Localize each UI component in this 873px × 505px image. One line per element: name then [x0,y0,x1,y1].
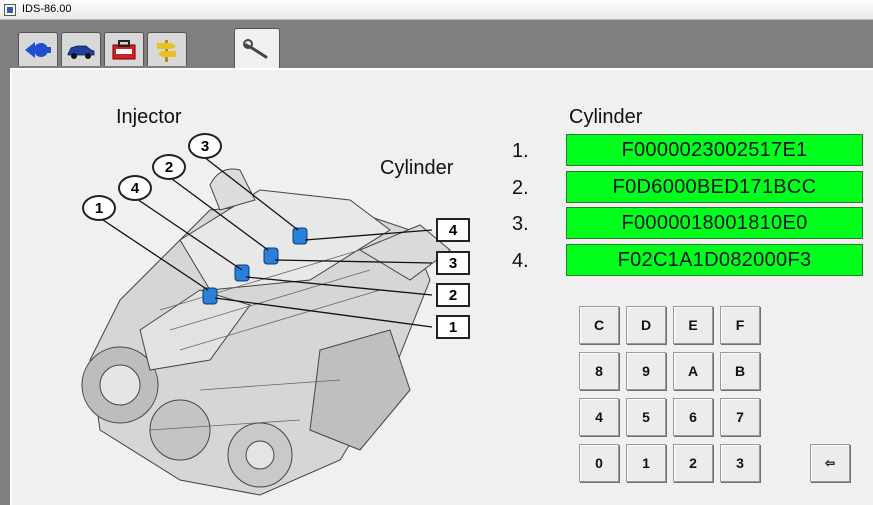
toolbox-icon [112,39,136,59]
key-1[interactable]: 1 [626,444,666,482]
wrench-icon [243,38,268,58]
key-9[interactable]: 9 [626,352,666,390]
injector-code-field[interactable]: F0D6000BED171BCC [566,171,863,203]
row-number: 3. [512,213,529,235]
back-arrow-icon [25,41,51,58]
tab-toolbox[interactable] [104,32,144,66]
key-0[interactable]: 0 [579,444,619,482]
row-number: 2. [512,177,529,199]
signpost-icon [157,39,176,62]
cylinder-box: 2 [436,283,470,307]
title-bar: IDS-86.00 [0,0,873,20]
injector-code-field[interactable]: F02C1A1D082000F3 [566,244,863,276]
key-d[interactable]: D [626,306,666,344]
cylinder-box: 3 [436,251,470,275]
key-4[interactable]: 4 [579,398,619,436]
injector-callout: 2 [152,154,186,180]
key-2[interactable]: 2 [673,444,713,482]
injector-code-field[interactable]: F0000023002517E1 [566,134,863,166]
injector-label: Injector [116,106,182,128]
key-f[interactable]: F [720,306,760,344]
cylinder-box: 1 [436,315,470,339]
tab-vehicle[interactable] [61,32,101,66]
injector-callout: 4 [118,175,152,201]
key-c[interactable]: C [579,306,619,344]
window-frame [0,68,10,505]
injector-callout: 3 [188,133,222,159]
vehicle-icon [67,45,95,59]
backspace-button[interactable]: ⇦ [810,444,850,482]
key-a[interactable]: A [673,352,713,390]
key-6[interactable]: 6 [673,398,713,436]
key-3[interactable]: 3 [720,444,760,482]
app-icon [4,4,16,16]
key-e[interactable]: E [673,306,713,344]
tab-signpost[interactable] [147,32,187,66]
tab-back[interactable] [18,32,58,66]
codes-cylinder-header: Cylinder [569,106,643,128]
cylinder-box: 4 [436,218,470,242]
key-5[interactable]: 5 [626,398,666,436]
row-number: 4. [512,250,529,272]
key-7[interactable]: 7 [720,398,760,436]
injector-code-field[interactable]: F0000018001810E0 [566,207,863,239]
key-b[interactable]: B [720,352,760,390]
window-title: IDS-86.00 [22,3,72,15]
row-number: 1. [512,140,529,162]
key-8[interactable]: 8 [579,352,619,390]
injector-callout: 1 [82,195,116,221]
tab-wrench[interactable] [234,28,280,70]
